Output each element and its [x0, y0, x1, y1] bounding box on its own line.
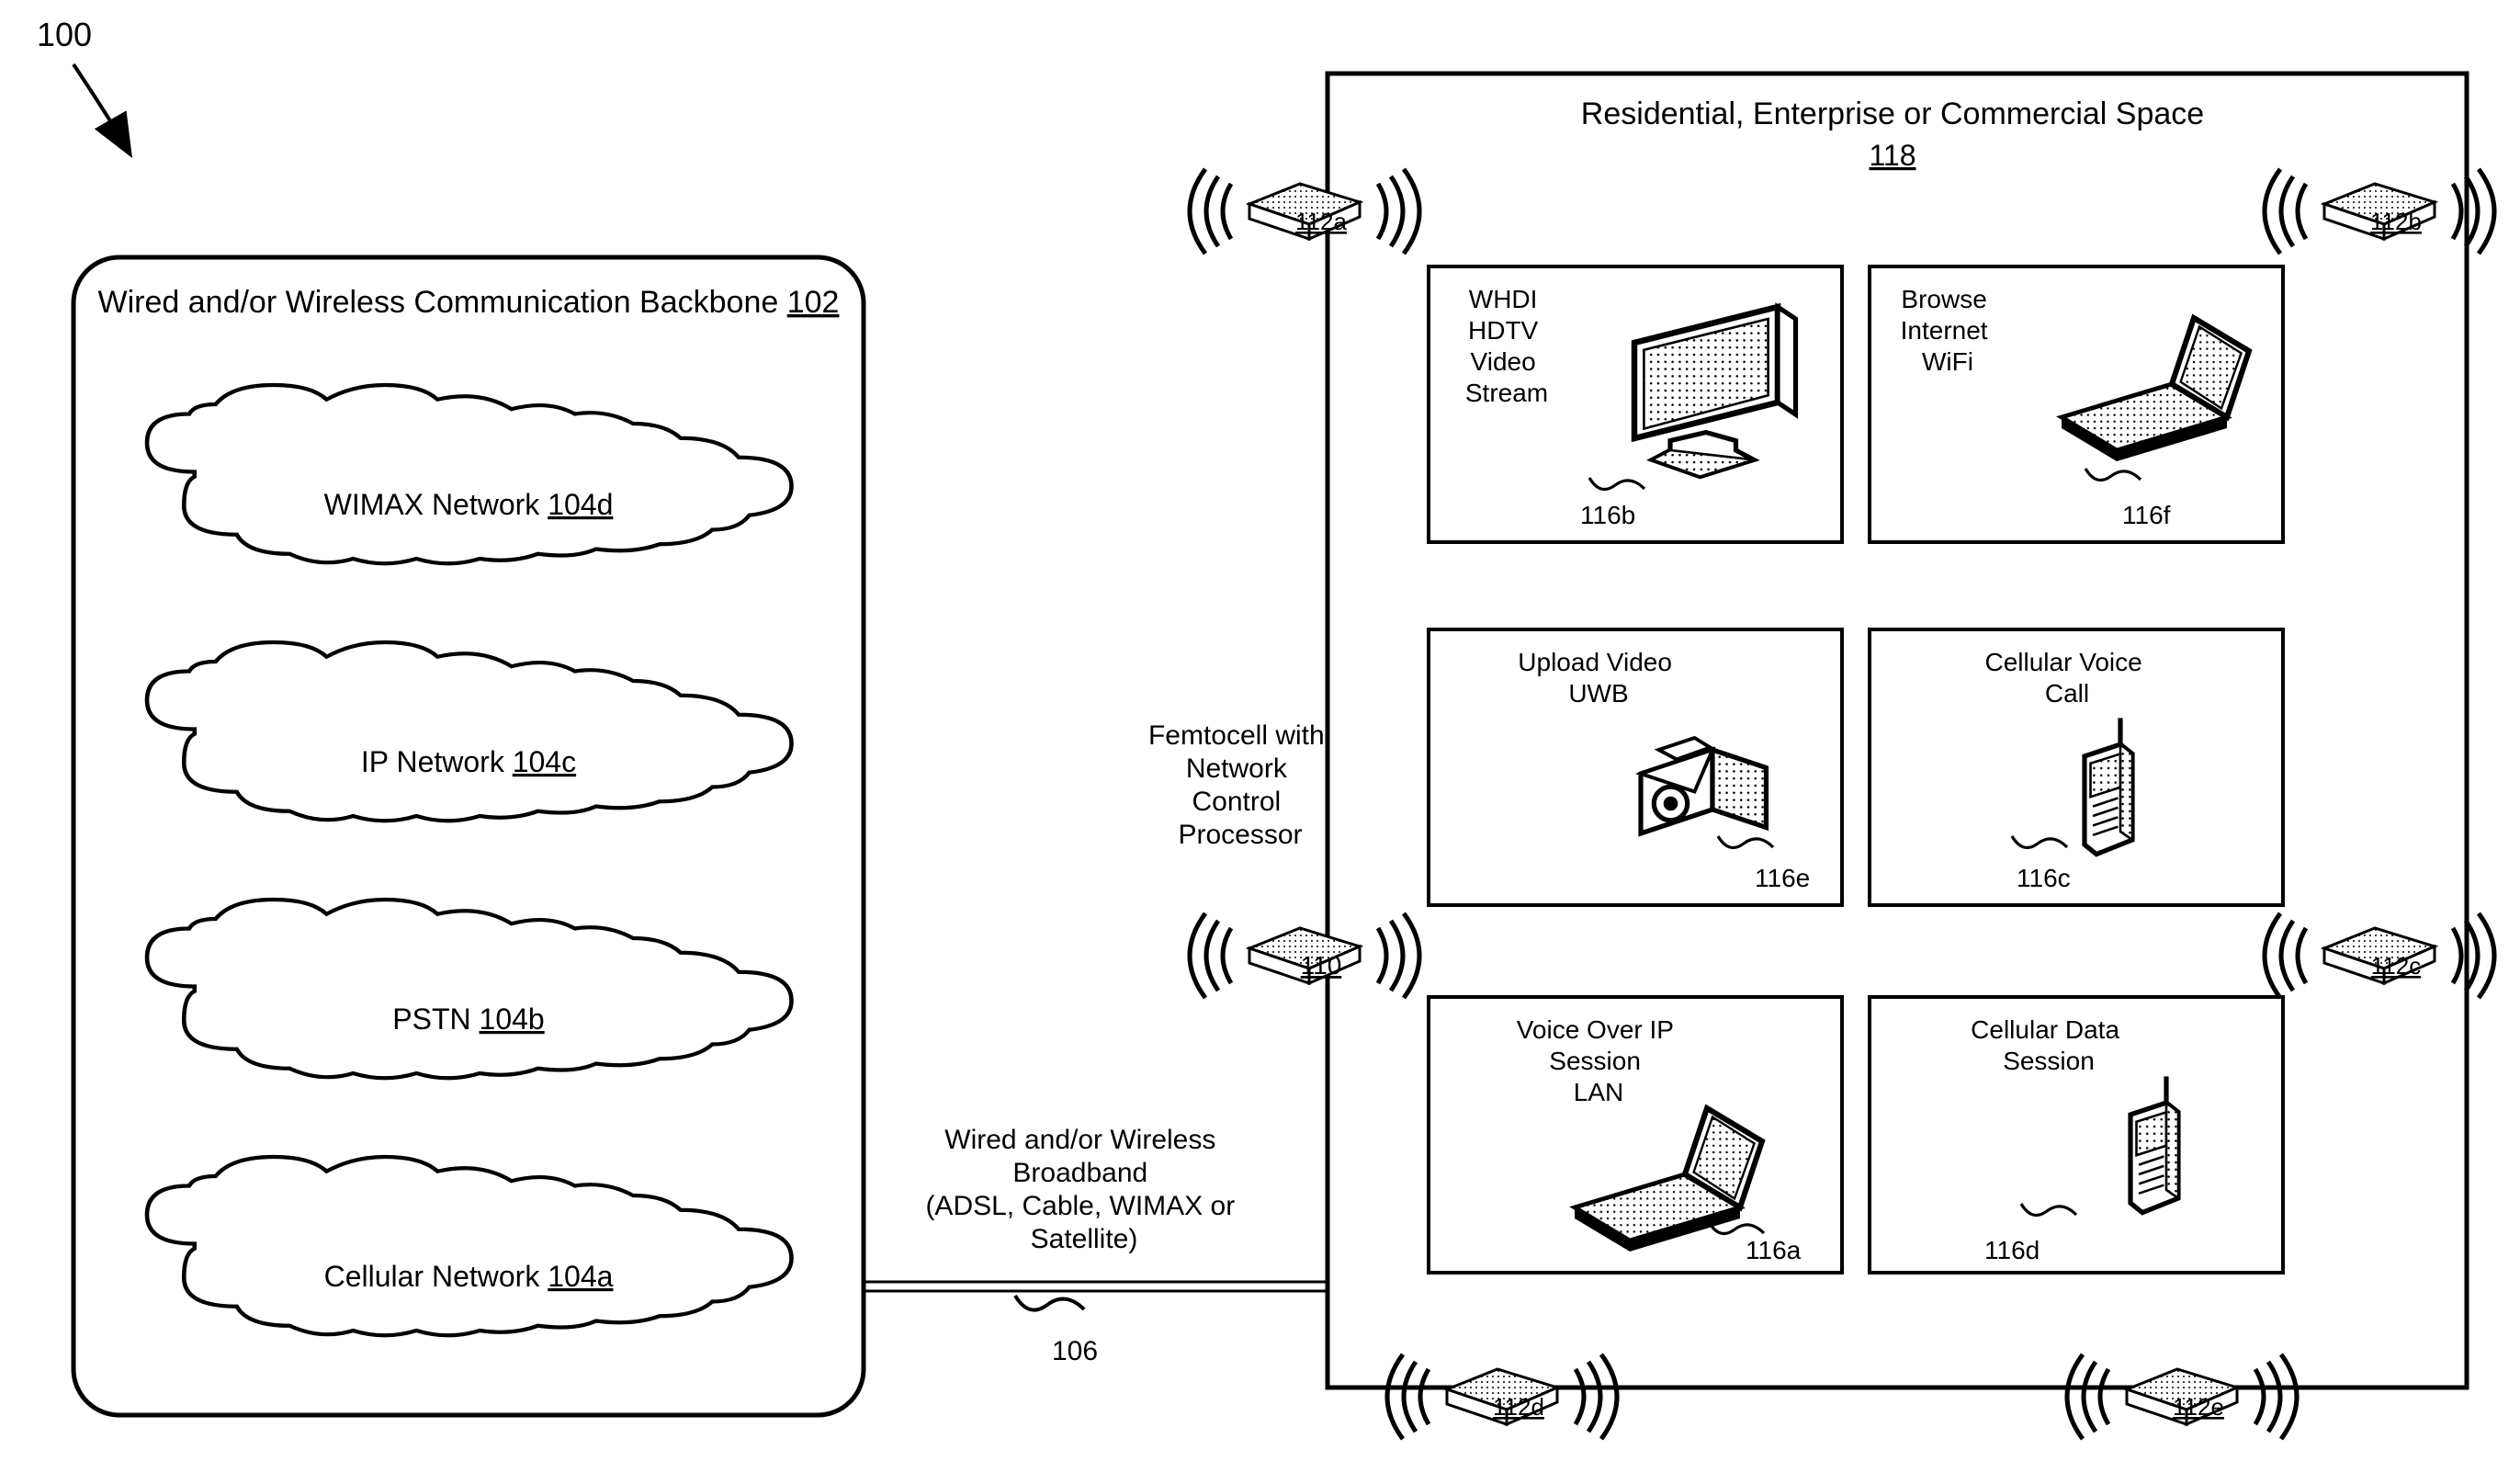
- device-ref: 116a: [1746, 1236, 1802, 1264]
- figure-ref: 100: [37, 16, 92, 53]
- femto-label: Femtocell with Network Control Processor: [1148, 720, 1332, 850]
- space-title: Residential, Enterprise or Commercial Sp…: [1581, 96, 2204, 131]
- laptop-icon: [2062, 318, 2249, 461]
- device-squiggle: [2085, 469, 2141, 481]
- device-squiggle: [1589, 478, 1644, 490]
- cloud-wimax: [147, 385, 792, 563]
- cloud-label: IP Network 104c: [361, 745, 576, 778]
- device-ref: 116c: [2017, 864, 2071, 892]
- device-label: Cellular Data Session: [1971, 1015, 2127, 1075]
- cloud-ip: [147, 642, 792, 821]
- device-squiggle: [2012, 836, 2067, 848]
- femto-ref: 110: [1301, 951, 1342, 980]
- device-ref: 116d: [1984, 1236, 2040, 1264]
- ap-ref: 112c: [2371, 952, 2421, 980]
- device-label: Upload Video UWB: [1518, 648, 1678, 708]
- space-box: [1328, 74, 2467, 1388]
- link-squiggle: [1015, 1296, 1084, 1310]
- device-squiggle: [1718, 836, 1773, 848]
- cloud-pstn: [147, 900, 792, 1078]
- phone-icon: [2085, 718, 2132, 854]
- link-label: Wired and/or Wireless Broadband (ADSL, C…: [925, 1125, 1242, 1254]
- device-ref: 116f: [2122, 501, 2171, 529]
- phone-icon: [2130, 1076, 2178, 1212]
- space-ref: 118: [1869, 139, 1915, 172]
- backbone-title: Wired and/or Wireless Communication Back…: [98, 285, 840, 320]
- device-ref: 116b: [1580, 501, 1635, 529]
- tv-icon: [1634, 307, 1796, 477]
- link-ref: 106: [1052, 1336, 1098, 1366]
- cloud-label: PSTN 104b: [392, 1003, 544, 1036]
- device-label: Voice Over IP Session LAN: [1517, 1015, 1680, 1106]
- device-ref: 116e: [1755, 864, 1810, 892]
- camcorder-icon: [1641, 738, 1767, 833]
- patent-figure: 100 Wired and/or Wireless Communication …: [0, 0, 2520, 1484]
- figure-arrow: [73, 64, 129, 152]
- device-label: Cellular Voice Call: [1985, 648, 2150, 708]
- cloud-label: WIMAX Network 104d: [324, 488, 614, 521]
- ap-ref: 112d: [1493, 1393, 1544, 1421]
- ap-ref: 112a: [1295, 208, 1347, 235]
- device-label: WHDI HDTV Video Stream: [1465, 285, 1548, 407]
- cloud-label: Cellular Network 104a: [324, 1260, 614, 1293]
- ap-ref: 112e: [2173, 1393, 2224, 1421]
- ap-ref: 112b: [2370, 208, 2422, 235]
- device-squiggle: [2021, 1204, 2076, 1216]
- cloud-cellular: [147, 1157, 792, 1335]
- device-label: Browse Internet WiFi: [1901, 285, 1995, 376]
